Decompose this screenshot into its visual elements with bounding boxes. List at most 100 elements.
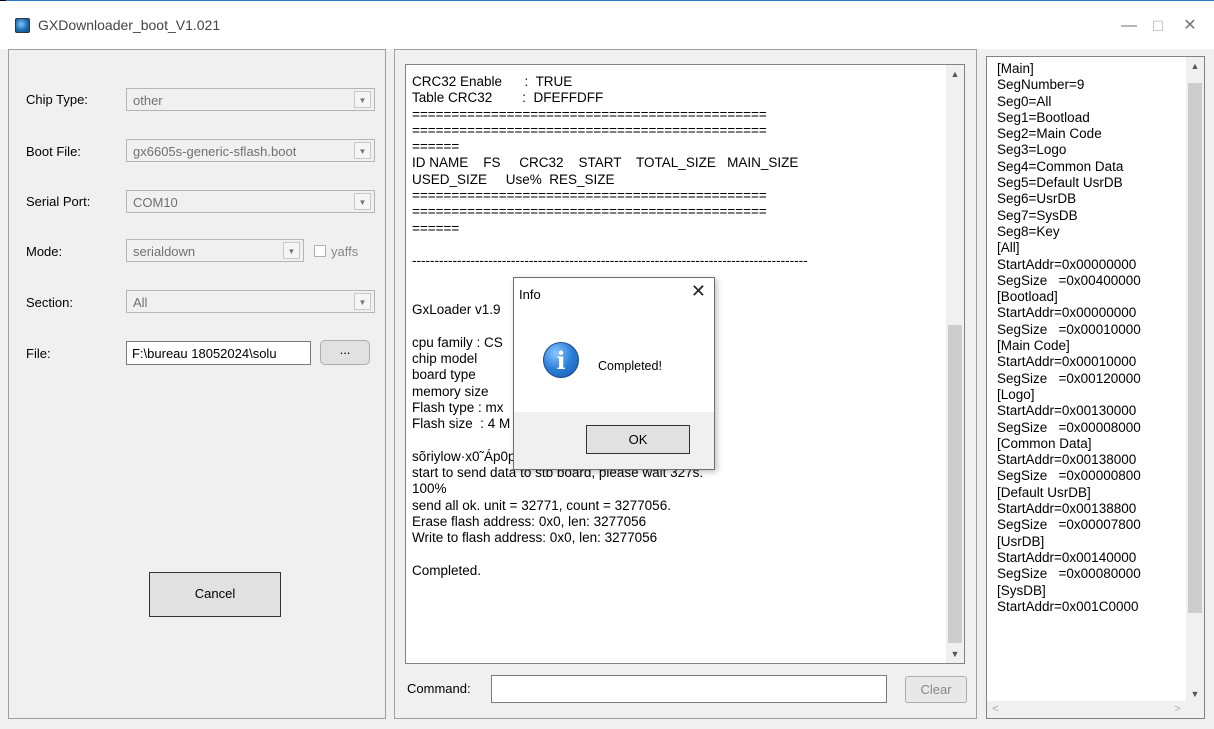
config-line: SegSize =0x00120000 [997, 370, 1141, 386]
config-line: StartAddr=0x00000000 [997, 256, 1137, 272]
config-line: SegSize =0x00400000 [997, 272, 1141, 288]
yaffs-checkbox[interactable] [314, 245, 326, 257]
settings-panel: Chip Type: other ▼ Boot File: gx6605s-ge… [8, 49, 386, 719]
chip-type-value: other [133, 93, 163, 108]
section-select[interactable]: All ▼ [126, 290, 375, 313]
config-scrollbar[interactable]: ▲ ▼ [1186, 57, 1204, 703]
cancel-button[interactable]: Cancel [149, 572, 281, 617]
chevron-down-icon[interactable]: ▼ [283, 242, 300, 259]
dialog-close-icon[interactable]: ✕ [691, 281, 706, 302]
scroll-up-icon[interactable]: ▲ [946, 65, 964, 83]
ok-button[interactable]: OK [586, 425, 690, 454]
close-button[interactable]: ✕ [1175, 11, 1205, 41]
scroll-right-icon[interactable]: > [1169, 701, 1186, 718]
section-label: Section: [26, 295, 73, 310]
file-path-input[interactable]: F:\bureau 18052024\solu [126, 341, 311, 365]
config-line: Seg5=Default UsrDB [997, 175, 1123, 191]
chip-type-select[interactable]: other ▼ [126, 88, 375, 111]
config-line: Seg1=Bootload [997, 109, 1090, 125]
config-line: [Logo] [997, 386, 1035, 402]
boot-file-value: gx6605s-generic-sflash.boot [133, 144, 297, 159]
config-line: [Main] [997, 61, 1034, 76]
log-line: ========================================… [412, 122, 767, 138]
scroll-thumb[interactable] [948, 325, 962, 643]
config-line: [UsrDB] [997, 533, 1045, 549]
log-line: CRC32 Enable : TRUE [412, 74, 573, 89]
scroll-thumb[interactable] [1188, 83, 1202, 613]
maximize-button[interactable]: ☐ [1143, 11, 1173, 41]
dialog-message: Completed! [598, 359, 662, 373]
mode-value: serialdown [133, 244, 196, 259]
info-icon: i [543, 342, 579, 378]
config-line: StartAddr=0x00130000 [997, 403, 1137, 419]
config-line: SegSize =0x00010000 [997, 321, 1141, 337]
serial-port-value: COM10 [133, 195, 178, 210]
config-line: Seg2=Main Code [997, 126, 1102, 142]
config-panel[interactable]: [Main] SegNumber=9 Seg0=All Seg1=Bootload Se… [986, 56, 1205, 719]
log-line: Write to flash address: 0x0, len: 327705… [412, 530, 658, 546]
serial-port-select[interactable]: COM10 ▼ [126, 190, 375, 213]
mode-label: Mode: [26, 244, 63, 259]
log-line: send all ok. unit = 32771, count = 32770… [412, 497, 671, 513]
config-line: StartAddr=0x001C0000 [997, 598, 1139, 614]
config-line: Seg8=Key [997, 223, 1060, 239]
command-input[interactable] [491, 675, 887, 703]
log-line: ====== [412, 220, 460, 236]
chevron-down-icon[interactable]: ▼ [354, 193, 371, 210]
chevron-down-icon[interactable]: ▼ [354, 293, 371, 310]
log-line: ========================================… [412, 188, 767, 204]
log-line: USED_SIZE Use% RES_SIZE [412, 171, 615, 187]
log-line: ====== [412, 139, 460, 155]
config-line: Seg7=SysDB [997, 207, 1078, 223]
dialog-footer: OK [514, 412, 714, 469]
app-icon [15, 18, 30, 33]
window-title: GXDownloader_boot_V1.021 [38, 17, 221, 33]
log-line: Completed. [412, 562, 482, 578]
log-line: 100% [412, 481, 447, 497]
mode-select[interactable]: serialdown ▼ [126, 239, 304, 262]
config-hscrollbar[interactable]: < > [987, 701, 1204, 718]
info-dialog: Info ✕ i Completed! OK [513, 277, 715, 470]
scroll-down-icon[interactable]: ▼ [946, 645, 964, 663]
log-scrollbar[interactable]: ▲ ▼ [946, 65, 964, 663]
config-line: StartAddr=0x00010000 [997, 354, 1137, 370]
scroll-left-icon[interactable]: < [987, 701, 1004, 718]
config-line: Seg4=Common Data [997, 158, 1124, 174]
yaffs-label: yaffs [331, 244, 359, 259]
config-line: Seg6=UsrDB [997, 191, 1077, 207]
log-line: ID NAME FS CRC32 START TOTAL_SIZE MAIN_S… [412, 155, 799, 171]
dialog-title: Info [519, 287, 541, 302]
config-line: SegSize =0x00000800 [997, 468, 1141, 484]
config-line: [All] [997, 240, 1020, 256]
chevron-down-icon[interactable]: ▼ [354, 91, 371, 108]
chevron-down-icon[interactable]: ▼ [354, 142, 371, 159]
scroll-up-icon[interactable]: ▲ [1186, 57, 1204, 75]
boot-file-select[interactable]: gx6605s-generic-sflash.boot ▼ [126, 139, 375, 162]
config-line: [SysDB] [997, 582, 1046, 598]
chip-type-label: Chip Type: [26, 92, 88, 107]
config-line: Seg0=All [997, 93, 1052, 109]
command-label: Command: [407, 681, 471, 696]
browse-button[interactable]: ... [320, 340, 370, 365]
serial-port-label: Serial Port: [26, 194, 91, 209]
config-line: SegSize =0x00080000 [997, 566, 1141, 582]
section-value: All [133, 295, 148, 310]
config-line: StartAddr=0x00138800 [997, 501, 1137, 517]
config-line: SegSize =0x00008000 [997, 419, 1141, 435]
config-line: [Common Data] [997, 435, 1092, 451]
boot-file-label: Boot File: [26, 144, 81, 159]
file-label: File: [26, 346, 51, 361]
config-line: StartAddr=0x00140000 [997, 549, 1137, 565]
log-line: Table CRC32 : DFEFFDFF [412, 90, 604, 106]
config-line: SegSize =0x00007800 [997, 517, 1141, 533]
clear-button[interactable]: Clear [905, 676, 967, 703]
config-text: [Main] SegNumber=9 Seg0=All Seg1=Bootload Se… [997, 61, 1141, 615]
config-line: [Bootload] [997, 289, 1058, 305]
title-bar[interactable]: GXDownloader_boot_V1.021 — ☐ ✕ [0, 1, 1214, 49]
minimize-button[interactable]: — [1114, 11, 1144, 41]
config-line: Seg3=Logo [997, 142, 1067, 158]
log-line: ----------------------------------------… [412, 253, 808, 269]
config-line: SegNumber=9 [997, 77, 1085, 93]
